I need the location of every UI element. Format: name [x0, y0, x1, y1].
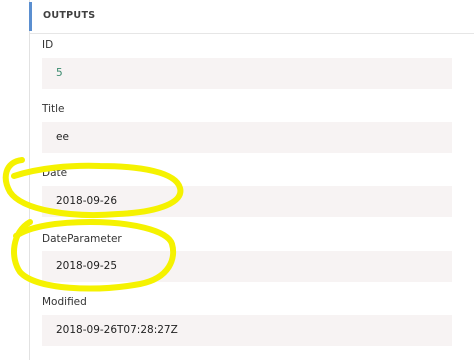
outputs-header[interactable]: OUTPUTS [29, 0, 474, 34]
header-accent-bar [29, 2, 32, 31]
field-value-box-date[interactable]: 2018-09-26 [42, 186, 452, 217]
field-label-title: Title [42, 103, 65, 115]
field-value-dateparameter: 2018-09-25 [56, 260, 118, 272]
field-value-modified: 2018-09-26T07:28:27Z [56, 324, 178, 336]
field-value-box-title[interactable]: ee [42, 122, 452, 153]
outputs-panel: OUTPUTS ID 5 Title ee Date 2018-09-26 Da… [29, 0, 474, 360]
field-value-box-dateparameter[interactable]: 2018-09-25 [42, 251, 452, 282]
field-value-date: 2018-09-26 [56, 195, 118, 207]
outputs-title: OUTPUTS [43, 10, 96, 21]
field-value-box-modified[interactable]: 2018-09-26T07:28:27Z [42, 315, 452, 346]
field-value-box-id[interactable]: 5 [42, 58, 452, 89]
field-label-date: Date [42, 167, 68, 179]
field-label-modified: Modified [42, 296, 87, 308]
field-value-title: ee [56, 131, 69, 143]
field-label-id: ID [42, 39, 54, 51]
field-value-id: 5 [56, 67, 63, 79]
field-label-dateparameter: DateParameter [42, 233, 122, 245]
